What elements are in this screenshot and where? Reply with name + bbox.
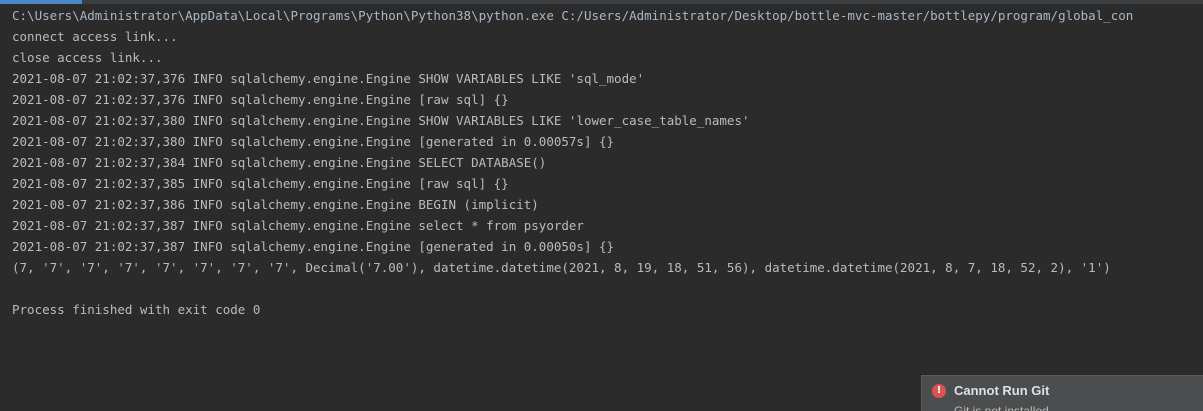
console-line: close access link... [12,50,163,65]
console-line: 2021-08-07 21:02:37,386 INFO sqlalchemy.… [12,197,539,212]
console-line-empty [12,278,1203,299]
console-line: connect access link... [12,29,178,44]
active-tab-indicator [0,0,82,4]
console-line: 2021-08-07 21:02:37,376 INFO sqlalchemy.… [12,71,645,86]
error-icon: ! [932,384,946,398]
console-line-command: C:\Users\Administrator\AppData\Local\Pro… [12,8,1134,23]
console-line: 2021-08-07 21:02:37,380 INFO sqlalchemy.… [12,113,750,128]
console-line: 2021-08-07 21:02:37,380 INFO sqlalchemy.… [12,134,615,149]
tool-window-top-border [0,0,1203,4]
notification-body: Git is not installed [954,404,1049,411]
console-output[interactable]: C:\Users\Administrator\AppData\Local\Pro… [12,5,1203,320]
git-error-notification[interactable]: ! Cannot Run Git Git is not installed [921,375,1203,411]
console-line: 2021-08-07 21:02:37,385 INFO sqlalchemy.… [12,176,509,191]
console-line: (7, '7', '7', '7', '7', '7', '7', '7', D… [12,260,1111,275]
run-console[interactable]: C:\Users\Administrator\AppData\Local\Pro… [0,0,1203,411]
console-line-exit-status: Process finished with exit code 0 [12,302,261,317]
console-line: 2021-08-07 21:02:37,384 INFO sqlalchemy.… [12,155,547,170]
notification-title: Cannot Run Git [954,383,1050,398]
console-line: 2021-08-07 21:02:37,387 INFO sqlalchemy.… [12,239,615,254]
console-line: 2021-08-07 21:02:37,376 INFO sqlalchemy.… [12,92,509,107]
console-line: 2021-08-07 21:02:37,387 INFO sqlalchemy.… [12,218,584,233]
